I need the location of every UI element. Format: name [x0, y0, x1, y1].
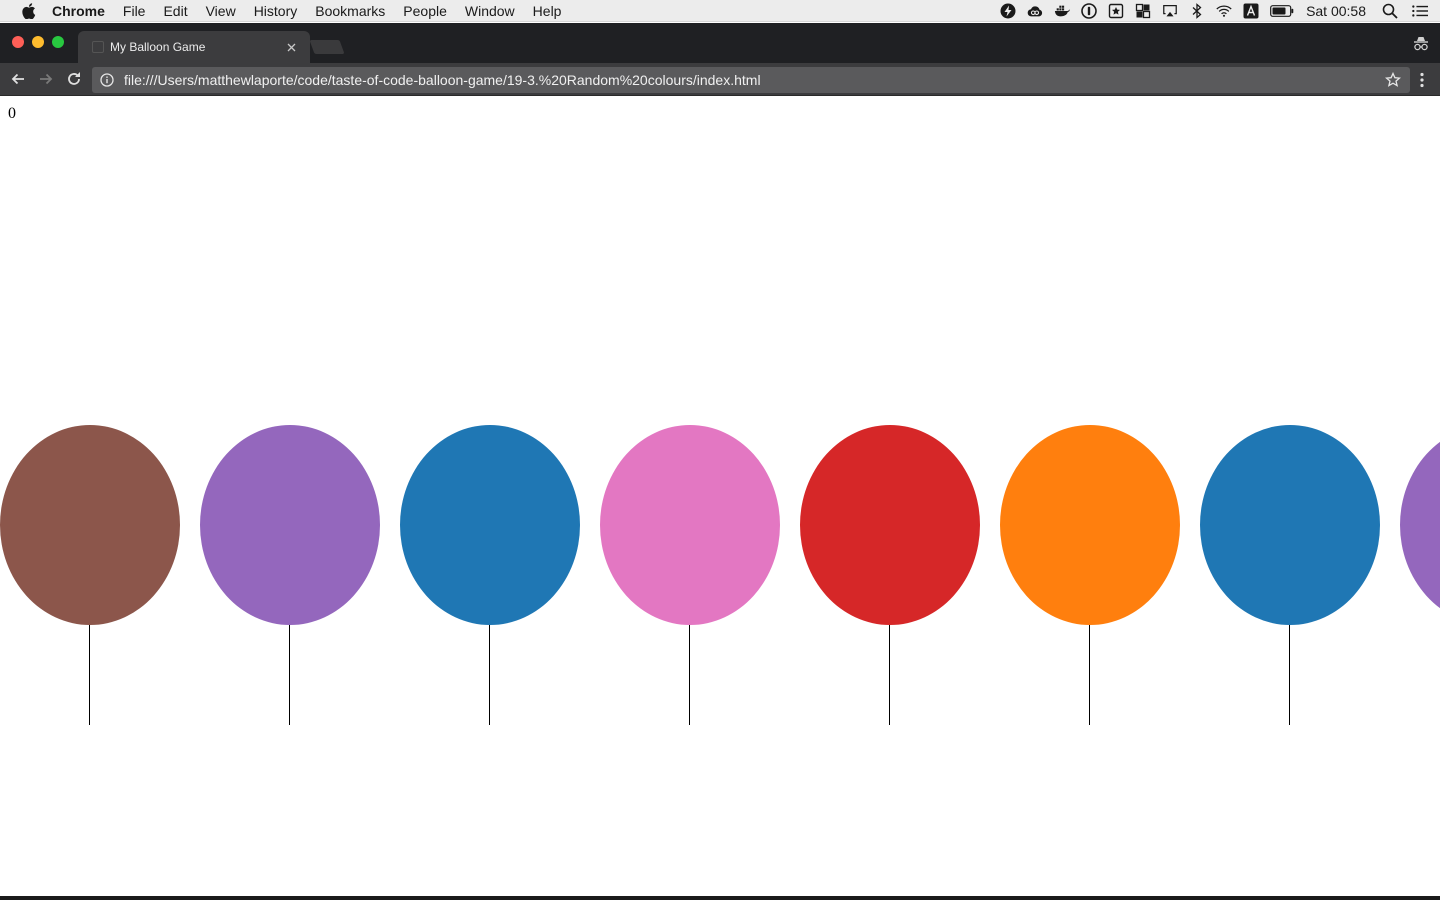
menu-people[interactable]: People — [403, 3, 447, 19]
menu-window[interactable]: Window — [465, 3, 515, 19]
window-close-button[interactable] — [12, 36, 24, 48]
tab-close-icon[interactable] — [284, 40, 298, 54]
forward-icon[interactable] — [36, 69, 56, 89]
balloon-string — [1089, 625, 1090, 725]
balloon-string — [689, 625, 690, 725]
balloon-string — [289, 625, 290, 725]
menu-app-chrome[interactable]: Chrome — [52, 3, 105, 19]
balloon[interactable] — [1000, 425, 1180, 725]
browser-toolbar: file:///Users/matthewlaporte/code/taste-… — [0, 63, 1440, 96]
menu-help[interactable]: Help — [533, 3, 562, 19]
score-counter: 0 — [8, 105, 16, 122]
tab-title: My Balloon Game — [110, 40, 206, 54]
menu-bar: Chrome File Edit View History Bookmarks … — [0, 0, 1440, 22]
bluetooth-icon[interactable] — [1189, 3, 1205, 19]
input-source-icon[interactable] — [1243, 3, 1259, 19]
notification-center-icon[interactable] — [1412, 3, 1428, 19]
wifi-icon[interactable] — [1216, 3, 1232, 19]
apple-icon[interactable] — [18, 0, 40, 22]
1password-icon[interactable] — [1081, 3, 1097, 19]
balloon-body[interactable] — [1400, 425, 1440, 625]
balloon-row — [0, 425, 1440, 725]
new-tab-button[interactable] — [309, 40, 345, 54]
tab-my-balloon-game[interactable]: My Balloon Game — [78, 31, 310, 63]
balloon-string — [489, 625, 490, 725]
status-area: Sat 00:58 — [989, 0, 1428, 22]
balloon-body[interactable] — [0, 425, 180, 625]
menu-history[interactable]: History — [254, 3, 298, 19]
window-bottom-edge — [0, 896, 1440, 900]
balloon-body[interactable] — [400, 425, 580, 625]
site-info-icon[interactable] — [100, 73, 114, 87]
balloon-body[interactable] — [1000, 425, 1180, 625]
airplay-icon[interactable] — [1162, 3, 1178, 19]
back-icon[interactable] — [8, 69, 28, 89]
balloon[interactable] — [400, 425, 580, 725]
balloon-body[interactable] — [200, 425, 380, 625]
menu-bookmarks[interactable]: Bookmarks — [315, 3, 385, 19]
browser-menu-icon[interactable] — [1414, 70, 1430, 90]
creative-cloud-icon[interactable] — [1027, 3, 1043, 19]
menu-view[interactable]: View — [206, 3, 236, 19]
balloon[interactable] — [600, 425, 780, 725]
balloon-body[interactable] — [600, 425, 780, 625]
balloon[interactable] — [800, 425, 980, 725]
balloon[interactable] — [0, 425, 180, 725]
menubar-clock[interactable]: Sat 00:58 — [1306, 3, 1366, 19]
balloon-string — [89, 625, 90, 725]
bolt-icon[interactable] — [1000, 3, 1016, 19]
balloon-body[interactable] — [800, 425, 980, 625]
spotlight-icon[interactable] — [1382, 3, 1398, 19]
reload-icon[interactable] — [64, 69, 84, 89]
window-minimize-button[interactable] — [32, 36, 44, 48]
url-text[interactable]: file:///Users/matthewlaporte/code/taste-… — [124, 72, 1384, 88]
reeder-icon[interactable] — [1108, 3, 1124, 19]
page-favicon-icon — [92, 41, 104, 53]
balloon-string — [889, 625, 890, 725]
grid-app-icon[interactable] — [1135, 3, 1151, 19]
bookmark-star-icon[interactable] — [1384, 71, 1402, 89]
balloon-body[interactable] — [1200, 425, 1380, 625]
menu-edit[interactable]: Edit — [163, 3, 187, 19]
balloon[interactable] — [200, 425, 380, 725]
battery-icon[interactable] — [1270, 3, 1294, 19]
incognito-icon — [1412, 35, 1430, 53]
address-bar[interactable]: file:///Users/matthewlaporte/code/taste-… — [92, 67, 1410, 93]
balloon-string — [1289, 625, 1290, 725]
docker-icon[interactable] — [1054, 3, 1070, 19]
balloon[interactable] — [1400, 425, 1440, 725]
window-maximize-button[interactable] — [52, 36, 64, 48]
page-viewport: 0 — [0, 97, 1440, 896]
tab-strip: My Balloon Game — [0, 23, 1440, 63]
balloon[interactable] — [1200, 425, 1380, 725]
menu-file[interactable]: File — [123, 3, 146, 19]
